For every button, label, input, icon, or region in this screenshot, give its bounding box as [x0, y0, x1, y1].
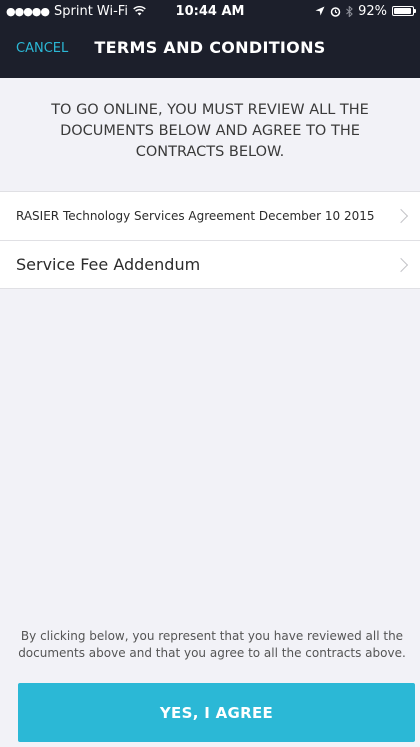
nav-bar: CANCEL TERMS AND CONDITIONS — [0, 22, 420, 78]
agree-button[interactable]: YES, I AGREE — [18, 683, 415, 742]
location-arrow-icon — [315, 6, 325, 16]
chevron-right-icon — [393, 208, 409, 224]
carrier-label: Sprint Wi-Fi — [54, 3, 128, 19]
document-item-rasier-agreement[interactable]: RASIER Technology Services Agreement Dec… — [0, 192, 420, 240]
terms-screen: ●●●●● Sprint Wi-Fi 10:44 AM 92% CANCEL T… — [0, 0, 420, 747]
battery-fill — [394, 8, 411, 14]
wifi-icon — [133, 6, 146, 16]
document-item-label: Service Fee Addendum — [16, 255, 201, 274]
signal-strength-icon: ●●●●● — [6, 4, 50, 18]
intro-instructions: TO GO ONLINE, YOU MUST REVIEW ALL THE DO… — [51, 102, 369, 160]
battery-icon — [392, 6, 416, 16]
status-time: 10:44 AM — [175, 3, 245, 19]
status-bar: ●●●●● Sprint Wi-Fi 10:44 AM 92% — [0, 0, 420, 22]
battery-percent: 92% — [358, 3, 387, 19]
bluetooth-icon — [346, 5, 353, 17]
chevron-right-icon — [393, 257, 409, 272]
page-title: TERMS AND CONDITIONS — [94, 38, 326, 57]
alarm-icon — [330, 6, 341, 17]
status-left: ●●●●● Sprint Wi-Fi — [6, 4, 146, 19]
document-item-service-fee-addendum[interactable]: Service Fee Addendum — [0, 240, 420, 288]
document-item-label: RASIER Technology Services Agreement Dec… — [16, 209, 375, 223]
status-right: 92% — [315, 3, 416, 19]
document-list: RASIER Technology Services Agreement Dec… — [0, 191, 420, 289]
agreement-notice: By clicking below, you represent that yo… — [18, 629, 406, 660]
